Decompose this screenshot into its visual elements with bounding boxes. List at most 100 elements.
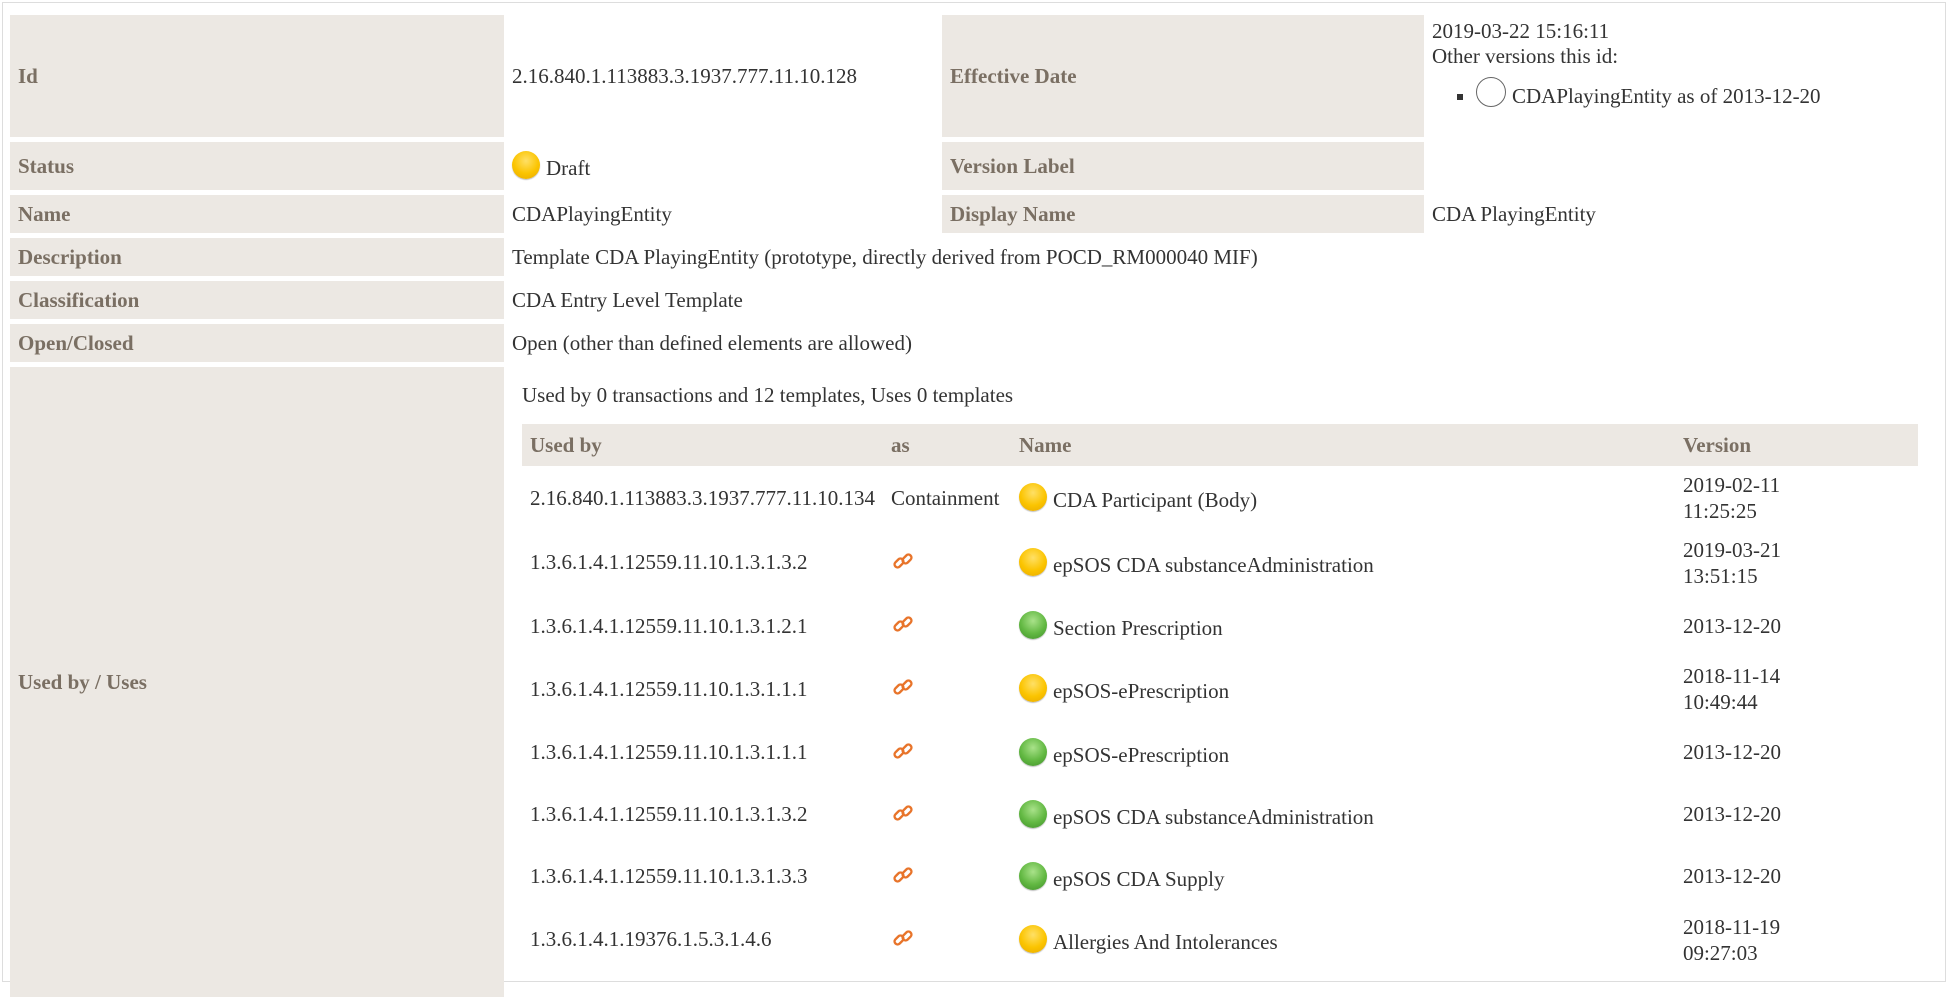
usage-name-cell: epSOS CDA substanceAdministration xyxy=(1011,531,1675,596)
effective-date-value: 2019-03-22 15:16:11 xyxy=(1432,19,1610,43)
open-closed-value: Open (other than defined elements are al… xyxy=(512,330,912,355)
usage-version: 2018-11-19 xyxy=(1682,914,1781,939)
usage-name-cell: epSOS-ePrescription xyxy=(1011,722,1675,784)
usage-used-by: 1.3.6.1.4.1.12559.11.10.1.3.1.1.1 xyxy=(530,676,808,701)
usage-version-cell: 2013-12-20 xyxy=(1675,846,1918,908)
draft-status-icon xyxy=(1018,924,1047,953)
usage-used-by: 1.3.6.1.4.1.12559.11.10.1.3.1.3.3 xyxy=(530,864,808,888)
id-label: Id xyxy=(10,15,504,137)
used-by-uses-cell: Used by 0 transactions and 12 templates,… xyxy=(504,367,1938,997)
usage-as-cell xyxy=(883,722,1011,784)
usage-table-body: 2.16.840.1.113883.3.1937.777.11.10.134 Co… xyxy=(522,466,1918,972)
link-icon[interactable] xyxy=(891,549,915,573)
usage-name[interactable]: epSOS-ePrescription xyxy=(1053,679,1229,703)
display-name-value: CDA PlayingEntity xyxy=(1432,201,1596,226)
link-icon[interactable] xyxy=(891,926,915,950)
other-version-link[interactable]: CDAPlayingEntity as of 2013-12-20 xyxy=(1512,84,1821,108)
usage-used-by: 1.3.6.1.4.1.19376.1.5.3.1.4.6 xyxy=(530,927,772,952)
empty-circle-icon xyxy=(1476,77,1506,107)
usage-as-cell xyxy=(883,531,1011,596)
usage-version-cell: 2018-11-19 09:27:03 xyxy=(1675,908,1918,973)
usage-version-cell: 2019-03-21 13:51:15 xyxy=(1675,531,1918,596)
usage-version-cell: 2013-12-20 xyxy=(1675,595,1918,657)
usage-name[interactable]: epSOS CDA substanceAdministration xyxy=(1053,805,1374,829)
usage-version: 2013-12-20 xyxy=(1682,613,1781,638)
version-label-label: Version Label xyxy=(942,142,1424,190)
usage-as-cell xyxy=(883,657,1011,722)
other-version-item[interactable]: CDAPlayingEntity as of 2013-12-20 xyxy=(1476,77,1930,109)
usage-as-cell xyxy=(883,908,1011,973)
usage-version: 2013-12-20 xyxy=(1682,864,1781,889)
classification-value: CDA Entry Level Template xyxy=(512,287,743,312)
usage-version: 2018-11-14 xyxy=(1682,664,1781,688)
status-cell: Draft xyxy=(504,142,942,190)
usage-version: 11:25:25 xyxy=(1682,499,1757,524)
usage-version: 13:51:15 xyxy=(1682,563,1758,588)
link-icon[interactable] xyxy=(891,675,915,699)
usage-name-cell: epSOS-ePrescription xyxy=(1011,657,1675,722)
usage-row: 1.3.6.1.4.1.12559.11.10.1.3.1.2.1 Section… xyxy=(522,595,1918,657)
link-icon[interactable] xyxy=(891,801,915,825)
classification-label: Classification xyxy=(10,281,504,319)
col-used-by: Used by xyxy=(522,424,883,466)
other-versions-list: CDAPlayingEntity as of 2013-12-20 xyxy=(1432,77,1930,109)
link-icon[interactable] xyxy=(891,612,915,636)
usage-row: 1.3.6.1.4.1.12559.11.10.1.3.1.3.3 epSOS C… xyxy=(522,846,1918,908)
usage-version: 2013-12-20 xyxy=(1682,740,1781,765)
usage-version: 2013-12-20 xyxy=(1682,802,1781,827)
usage-name-cell: Section Prescription xyxy=(1011,595,1675,657)
usage-version-cell: 2013-12-20 xyxy=(1675,784,1918,846)
display-name-label: Display Name xyxy=(942,195,1424,233)
draft-status-icon xyxy=(1018,547,1047,576)
name-label: Name xyxy=(10,195,504,233)
usage-used-by: 1.3.6.1.4.1.12559.11.10.1.3.1.2.1 xyxy=(530,613,808,638)
link-icon[interactable] xyxy=(891,863,915,887)
status-value: Draft xyxy=(546,156,591,180)
usage-version: 2019-02-11 xyxy=(1682,473,1781,497)
usage-row: 1.3.6.1.4.1.12559.11.10.1.3.1.3.2 epSOS C… xyxy=(522,531,1918,596)
usage-name[interactable]: epSOS CDA substanceAdministration xyxy=(1053,553,1374,577)
col-as: as xyxy=(882,424,1011,466)
status-label: Status xyxy=(10,142,504,190)
usage-used-by: 1.3.6.1.4.1.12559.11.10.1.3.1.3.2 xyxy=(530,550,808,575)
draft-status-icon xyxy=(1018,674,1047,703)
usage-version-cell: 2019-02-11 11:25:25 xyxy=(1675,466,1918,531)
usage-version: 2019-03-21 xyxy=(1682,537,1781,562)
usage-name[interactable]: CDA Participant (Body) xyxy=(1053,488,1257,512)
usage-as: Containment xyxy=(890,485,1000,510)
draft-status-icon xyxy=(512,151,540,179)
description-value: Template CDA PlayingEntity (prototype, d… xyxy=(512,244,1258,269)
col-version: Version xyxy=(1674,424,1918,466)
usage-name-cell: CDA Participant (Body) xyxy=(1011,466,1675,531)
usage-name-cell: Allergies And Intolerances xyxy=(1011,908,1675,973)
effective-date-label: Effective Date xyxy=(942,15,1424,137)
effective-date-cell: 2019-03-22 15:16:11 Other versions this … xyxy=(1424,15,1938,190)
usage-used-by: 1.3.6.1.4.1.12559.11.10.1.3.1.3.2 xyxy=(530,802,808,826)
usage-name[interactable]: Section Prescription xyxy=(1053,616,1223,640)
final-status-icon xyxy=(1018,861,1047,890)
usage-row: 1.3.6.1.4.1.12559.11.10.1.3.1.1.1 epSOS-e… xyxy=(522,722,1918,784)
usage-name[interactable]: Allergies And Intolerances xyxy=(1053,930,1278,954)
used-by-uses-label: Used by / Uses xyxy=(10,367,504,997)
final-status-icon xyxy=(1018,737,1047,766)
usage-row: 1.3.6.1.4.1.12559.11.10.1.3.1.3.2 epSOS C… xyxy=(522,784,1918,846)
usage-summary: Used by 0 transactions and 12 templates,… xyxy=(522,383,1014,407)
usage-version: 09:27:03 xyxy=(1682,940,1758,965)
usage-name[interactable]: epSOS CDA Supply xyxy=(1053,867,1225,891)
usage-row: 1.3.6.1.4.1.19376.1.5.3.1.4.6 Allergies A… xyxy=(522,908,1918,973)
id-value: 2.16.840.1.113883.3.1937.777.11.10.128 xyxy=(512,63,857,88)
final-status-icon xyxy=(1018,611,1047,639)
draft-status-icon xyxy=(1018,483,1047,512)
usage-as-cell xyxy=(883,846,1011,908)
final-status-icon xyxy=(1018,799,1047,828)
link-icon[interactable] xyxy=(891,739,915,763)
template-details-table: Id 2.16.840.1.113883.3.1937.777.11.10.12… xyxy=(10,10,1938,1002)
usage-name[interactable]: epSOS-ePrescription xyxy=(1053,743,1229,767)
usage-as-cell xyxy=(883,595,1011,657)
usage-version: 10:49:44 xyxy=(1682,690,1758,715)
usage-name-cell: epSOS CDA substanceAdministration xyxy=(1011,784,1675,846)
usage-row: 1.3.6.1.4.1.12559.11.10.1.3.1.1.1 epSOS-e… xyxy=(522,657,1918,722)
usage-row: 2.16.840.1.113883.3.1937.777.11.10.134 Co… xyxy=(522,466,1918,531)
usage-name-cell: epSOS CDA Supply xyxy=(1011,846,1675,908)
usage-used-by: 2.16.840.1.113883.3.1937.777.11.10.134 xyxy=(530,485,875,510)
